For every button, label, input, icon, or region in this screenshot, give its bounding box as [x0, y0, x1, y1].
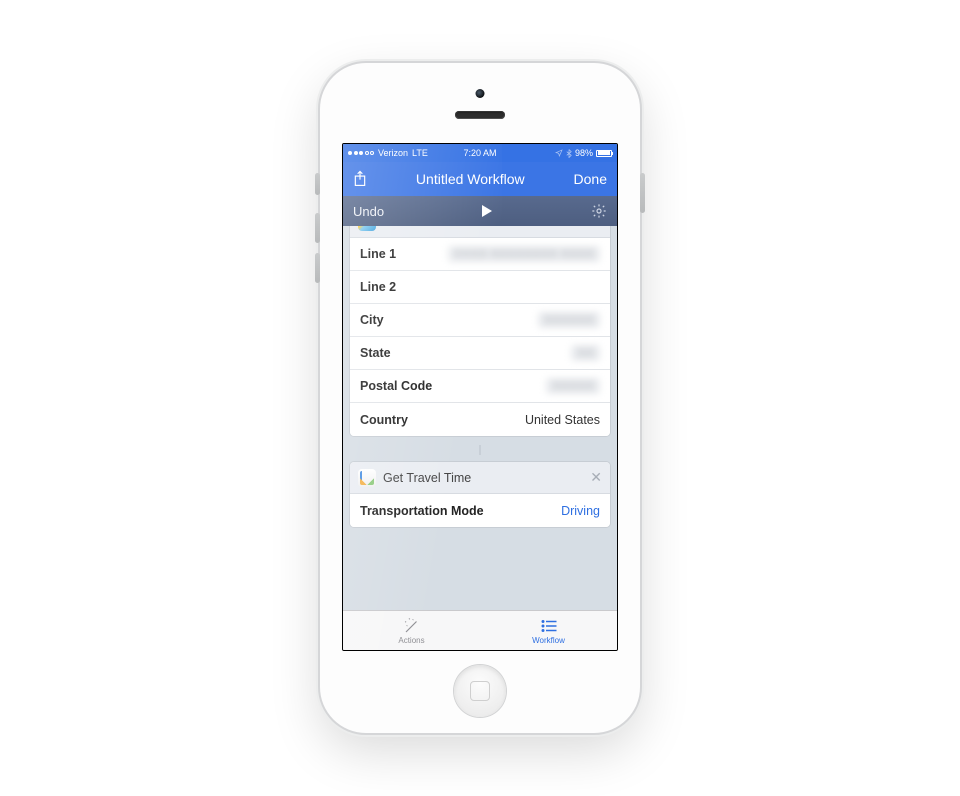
volume-down — [315, 253, 320, 283]
close-icon[interactable]: ✕ — [590, 469, 602, 486]
value-line1: XXXX XXXXXXXX XXXX — [448, 246, 600, 262]
gear-icon[interactable] — [591, 203, 607, 219]
maps-icon — [358, 469, 376, 487]
tab-label: Workflow — [532, 636, 565, 645]
volume-up — [315, 213, 320, 243]
tab-label: Actions — [398, 636, 424, 645]
editor-toolbar: Undo — [343, 196, 617, 226]
page-title: Untitled Workflow — [416, 171, 525, 187]
action-header: Get Travel Time ✕ — [350, 462, 610, 494]
home-button[interactable] — [454, 665, 506, 717]
label-transport-mode: Transportation Mode — [360, 504, 500, 518]
done-button[interactable]: Done — [574, 171, 607, 187]
label-country: Country — [360, 413, 440, 427]
list-icon — [539, 617, 559, 635]
phone-frame: Verizon LTE 7:20 AM 98% Untitled Workflo… — [320, 63, 640, 733]
signal-dots — [348, 151, 374, 155]
earpiece-speaker — [455, 111, 505, 119]
label-postal: Postal Code — [360, 379, 440, 393]
tab-workflow[interactable]: Workflow — [480, 611, 617, 650]
row-line2[interactable]: Line 2 — [350, 271, 610, 304]
undo-button[interactable]: Undo — [353, 204, 384, 219]
status-right: 98% — [555, 148, 612, 158]
value-postal: XXXXX — [546, 378, 600, 394]
status-bar: Verizon LTE 7:20 AM 98% — [343, 144, 617, 162]
close-icon[interactable]: ✕ — [590, 226, 602, 230]
row-line1[interactable]: Line 1 XXXX XXXXXXXX XXXX — [350, 238, 610, 271]
value-transport-mode[interactable]: Driving — [561, 504, 600, 518]
nav-bar: Untitled Workflow Done — [343, 162, 617, 196]
action-connector — [479, 445, 481, 455]
wand-icon — [402, 617, 422, 635]
location-icon — [555, 149, 563, 157]
action-get-travel-time[interactable]: Get Travel Time ✕ Transportation Mode Dr… — [349, 461, 611, 528]
value-country: United States — [525, 413, 600, 427]
battery-percent: 98% — [575, 148, 593, 158]
mute-switch — [315, 173, 320, 195]
action-title: Get Travel Time — [383, 471, 471, 485]
front-camera — [476, 89, 485, 98]
tab-bar: Actions Workflow — [343, 610, 617, 650]
share-button[interactable] — [353, 170, 367, 188]
tab-actions[interactable]: Actions — [343, 611, 480, 650]
row-state[interactable]: State XX — [350, 337, 610, 370]
label-city: City — [360, 313, 440, 327]
screen: Verizon LTE 7:20 AM 98% Untitled Workflo… — [342, 143, 618, 651]
value-state: XX — [571, 345, 600, 361]
battery-icon — [596, 150, 612, 157]
power-button — [640, 173, 645, 213]
label-line2: Line 2 — [360, 280, 440, 294]
action-title: Street Address — [383, 226, 465, 229]
label-line1: Line 1 — [360, 247, 440, 261]
carrier-label: Verizon — [378, 148, 408, 158]
row-postal[interactable]: Postal Code XXXXX — [350, 370, 610, 403]
row-transport-mode[interactable]: Transportation Mode Driving — [350, 494, 610, 527]
row-country[interactable]: Country United States — [350, 403, 610, 436]
bluetooth-icon — [566, 149, 572, 158]
action-street-address[interactable]: Street Address ✕ Line 1 XXXX XXXXXXXX XX… — [349, 226, 611, 437]
value-city: XXXXXX — [538, 312, 600, 328]
workflow-canvas[interactable]: Street Address ✕ Line 1 XXXX XXXXXXXX XX… — [343, 226, 617, 610]
network-label: LTE — [412, 148, 428, 158]
address-icon — [358, 226, 376, 231]
row-city[interactable]: City XXXXXX — [350, 304, 610, 337]
label-state: State — [360, 346, 440, 360]
play-icon[interactable] — [482, 205, 492, 217]
clock: 7:20 AM — [463, 148, 496, 158]
action-header: Street Address ✕ — [350, 226, 610, 238]
